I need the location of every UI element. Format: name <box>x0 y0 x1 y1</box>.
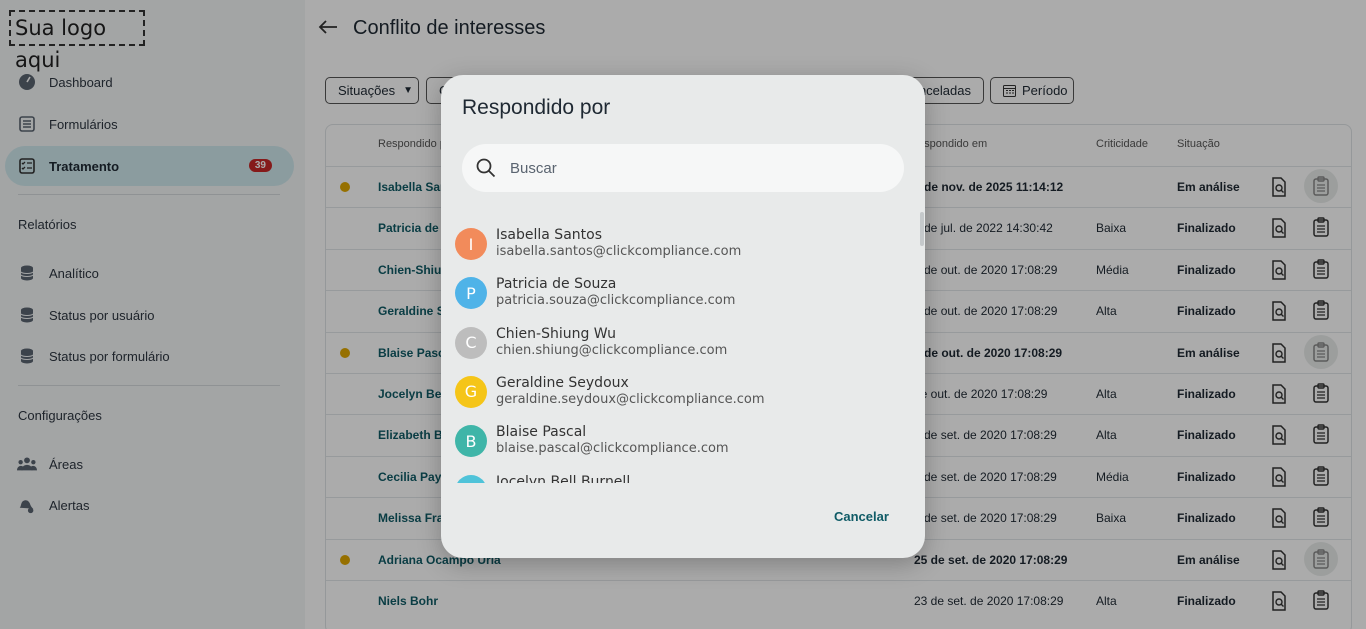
search-icon <box>476 158 496 178</box>
respondido-por-dialog: Respondido por I Isabella Santosisabella.… <box>441 75 925 558</box>
avatar: I <box>455 228 487 260</box>
search-input[interactable] <box>510 156 890 180</box>
avatar: J <box>455 474 487 483</box>
user-email: isabella.santos@clickcompliance.com <box>496 244 742 259</box>
user-list-item[interactable]: P Patricia de Souza patricia.souza@clickco… <box>441 269 925 319</box>
user-list-item[interactable]: C Chien-Shiung Wu chien.shiung@clickcompli… <box>441 319 925 369</box>
avatar: C <box>455 326 487 359</box>
user-email: blaise.pascal@clickcompliance.com <box>496 441 729 457</box>
user-name: Isabella Santos <box>496 227 602 243</box>
avatar: G <box>455 375 487 408</box>
scrollbar[interactable] <box>920 212 924 246</box>
user-name: Geraldine Seydoux <box>496 374 629 391</box>
user-list-item[interactable]: I Isabella Santos isabella.santos@clickcom… <box>441 220 925 270</box>
user-email: chien.shiung@clickcompliance.com <box>496 342 728 358</box>
user-list-item[interactable]: J Jocelyn Bell Burnell <box>441 467 925 484</box>
user-list-item[interactable]: B Blaise Pascal blaise.pascal@clickcomplia… <box>441 417 925 467</box>
user-name: Chien-Shiung Wu <box>496 325 617 342</box>
dialog-title: Respondido por <box>462 96 611 119</box>
user-list: I Isabella Santos isabella.santos@clickcom… <box>441 220 925 483</box>
user-email: patricia.souza@clickcompliance.com <box>496 293 736 309</box>
user-name: Patricia de Souza <box>496 276 617 293</box>
cancel-button[interactable]: Cancelar <box>834 509 889 524</box>
avatar: B <box>455 425 487 458</box>
user-name: Blaise Pascal <box>496 424 587 441</box>
user-email: geraldine.seydoux@clickcompliance.com <box>496 391 765 407</box>
user-list-item[interactable]: G Geraldine Seydoux geraldine.seydoux@clic… <box>441 368 925 418</box>
user-name: Jocelyn Bell Burnell <box>496 473 631 484</box>
avatar: P <box>455 277 487 310</box>
search-box <box>462 144 904 192</box>
